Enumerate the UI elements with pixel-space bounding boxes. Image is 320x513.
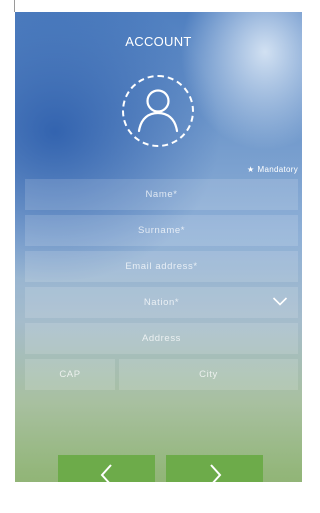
cap-field[interactable]: CAP <box>25 359 115 390</box>
email-field[interactable]: Email address* <box>25 251 298 282</box>
bottom-area <box>15 482 302 513</box>
mandatory-label: Mandatory <box>257 165 298 174</box>
nation-placeholder: Nation* <box>143 297 180 308</box>
address-placeholder: Address <box>141 333 182 344</box>
app-frame: ACCOUNT ★ Mandatory Name* Surname* Email … <box>0 0 302 513</box>
cap-placeholder: CAP <box>59 369 81 380</box>
nation-select[interactable]: Nation* <box>25 287 298 318</box>
name-placeholder: Name* <box>145 189 178 200</box>
surname-field[interactable]: Surname* <box>25 215 298 246</box>
mandatory-note: ★ Mandatory <box>247 165 298 174</box>
city-placeholder: City <box>199 369 218 380</box>
user-icon <box>137 89 179 133</box>
account-screen: ACCOUNT ★ Mandatory Name* Surname* Email … <box>15 12 302 513</box>
chevron-down-icon <box>272 297 288 306</box>
page-title: ACCOUNT <box>125 34 192 49</box>
email-placeholder: Email address* <box>125 261 198 272</box>
city-field[interactable]: City <box>119 359 298 390</box>
name-field[interactable]: Name* <box>25 179 298 210</box>
star-icon: ★ <box>247 165 255 174</box>
address-field[interactable]: Address <box>25 323 298 354</box>
window-edge <box>14 0 15 12</box>
avatar-picker[interactable] <box>122 75 194 147</box>
surname-placeholder: Surname* <box>137 225 186 236</box>
